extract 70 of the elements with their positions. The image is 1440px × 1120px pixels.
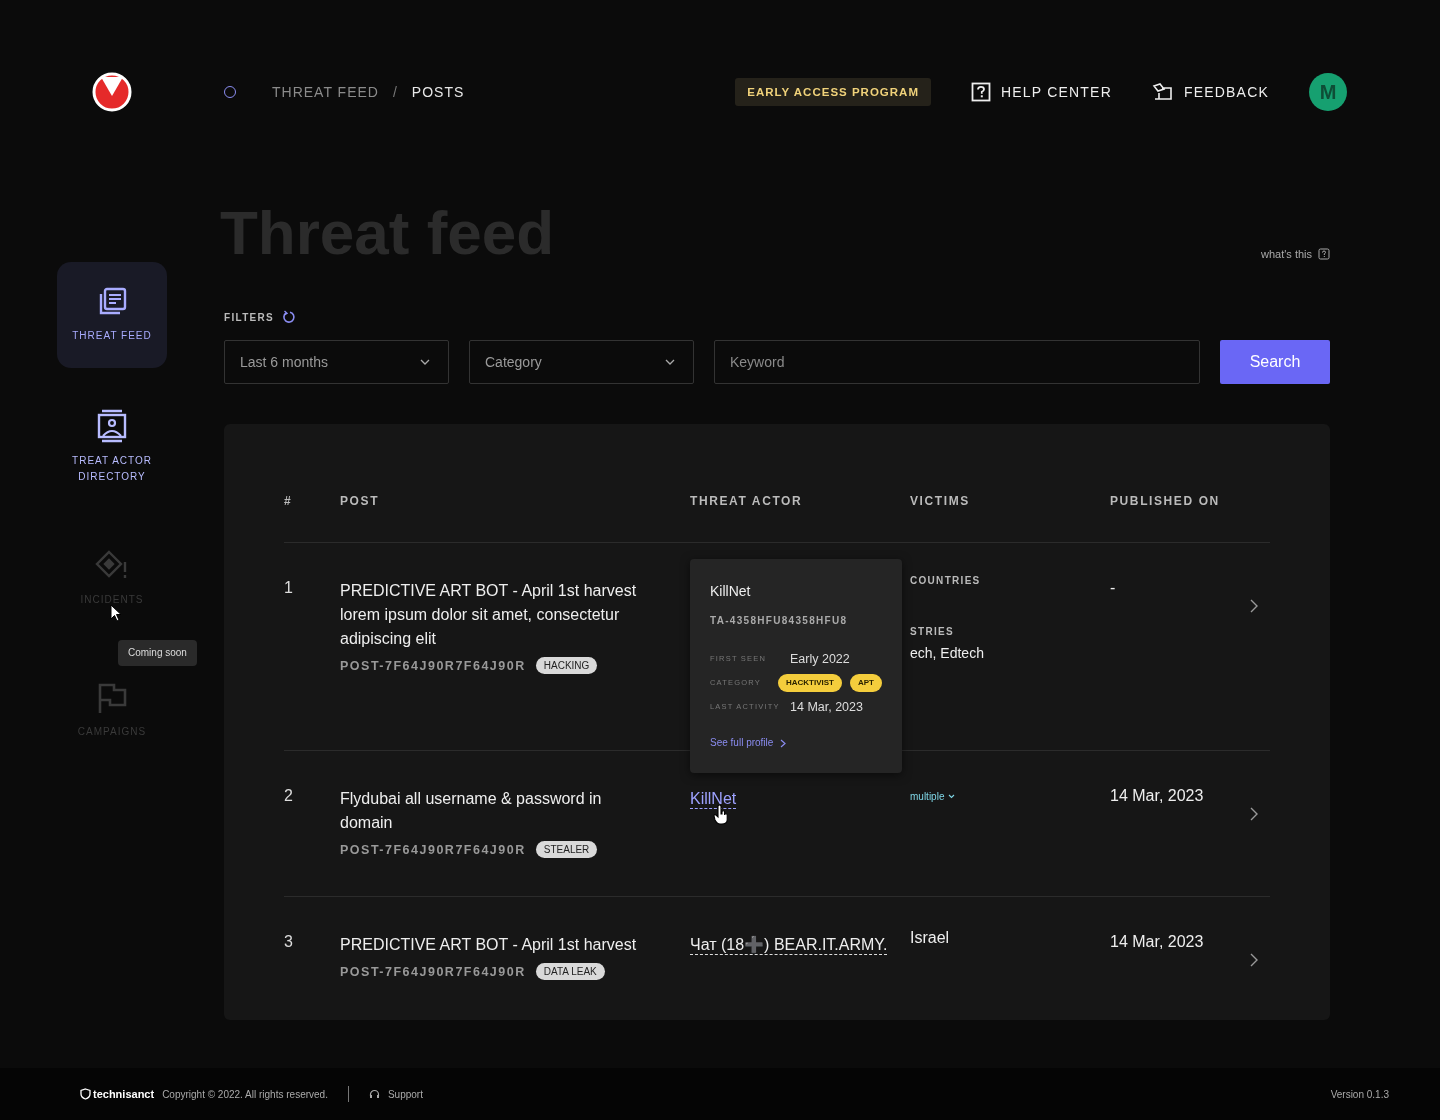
published-date: - xyxy=(1110,579,1117,597)
column-header: THREAT ACTOR xyxy=(690,494,804,508)
chevron-right-icon[interactable] xyxy=(1250,953,1258,967)
actor-name: KillNet xyxy=(710,582,752,601)
sidebar-item[interactable]: THREAT FEED xyxy=(57,262,167,368)
post-id: POST-7F64J90R7F64J90R xyxy=(340,658,526,673)
row-number: 1 xyxy=(284,579,294,597)
category-tag: HACKTIVIST xyxy=(778,674,842,692)
version-text: Version 0.1.3 xyxy=(1330,1088,1389,1100)
copyright-text: Copyright © 2022. All rights reserved. xyxy=(162,1088,328,1100)
category-tag: HACKING xyxy=(535,657,598,674)
post-id: POST-7F64J90R7F64J90R xyxy=(340,964,526,979)
column-header: # xyxy=(284,494,294,508)
post-title[interactable]: PREDICTIVE ART BOT - April 1st harvest lorem ipsum dolor sit amet, consectetur adipiscing elit xyxy=(340,579,650,651)
filters-label: FILTERS xyxy=(224,311,275,323)
breadcrumb-link[interactable]: POSTS xyxy=(411,84,465,100)
victim-group-label: COUNTRIES xyxy=(910,575,982,586)
chevron-down-icon xyxy=(948,794,956,799)
victims-dropdown[interactable]: multiple xyxy=(910,791,1110,802)
category-tag: STEALER xyxy=(535,841,598,858)
help-center-link[interactable]: HELP CENTER xyxy=(970,82,1112,102)
headset-icon xyxy=(368,1088,380,1100)
published-date: 14 Mar, 2023 xyxy=(1110,787,1205,805)
reset-icon[interactable] xyxy=(282,310,297,324)
profile-card-icon xyxy=(96,409,128,443)
row-number: 3 xyxy=(284,933,294,951)
logo-icon[interactable] xyxy=(92,72,132,112)
threat-actor-link[interactable]: Чат (18➕) BEAR.IT.ARMY. xyxy=(690,936,888,955)
actor-id: TA-4358HFU84358HFU8 xyxy=(710,614,849,628)
help-icon xyxy=(970,82,991,102)
column-header: VICTIMS xyxy=(910,494,971,508)
chevron-down-icon xyxy=(420,359,430,365)
support-link[interactable]: Support xyxy=(368,1088,423,1100)
tooltip: Coming soon xyxy=(118,640,197,666)
field-value: 14 Mar, 2023 xyxy=(790,699,863,716)
category-tag: APT xyxy=(850,674,882,692)
post-id: POST-7F64J90R7F64J90R xyxy=(340,842,526,857)
victim-group-label: STRIES xyxy=(910,626,955,637)
full-profile-link[interactable]: See full profile xyxy=(710,731,882,755)
chevron-right-icon[interactable] xyxy=(1250,599,1258,613)
flag-icon xyxy=(96,682,128,714)
breadcrumb-separator: / xyxy=(392,84,398,100)
sidebar-item[interactable]: TREAT ACTOR DIRECTORY xyxy=(57,394,167,500)
early-access-button[interactable]: EARLY ACCESS PROGRAM xyxy=(735,78,931,106)
column-header: POST xyxy=(340,494,381,508)
footer-brand: technisanct xyxy=(80,1088,155,1100)
category-dropdown[interactable]: Category xyxy=(469,340,694,384)
row-number: 2 xyxy=(284,787,294,805)
chevron-right-icon[interactable] xyxy=(1250,807,1258,821)
field-value: Early 2022 xyxy=(790,651,850,668)
help-icon xyxy=(1318,248,1330,260)
published-date: 14 Mar, 2023 xyxy=(1110,933,1205,951)
victim-group-value: ech, Edtech xyxy=(910,645,985,661)
feedback-link[interactable]: FEEDBACK xyxy=(1151,83,1269,101)
pointer-hand-icon xyxy=(713,805,729,825)
feedback-icon xyxy=(1151,83,1174,101)
category-tag: DATA LEAK xyxy=(535,963,605,980)
post-title[interactable]: Flydubai all username & password in domain xyxy=(340,787,650,835)
column-header: PUBLISHED ON xyxy=(1110,494,1221,508)
victims-text: Israel xyxy=(910,929,951,947)
chevron-right-icon xyxy=(780,738,787,748)
help-link[interactable]: what's this xyxy=(1261,248,1330,260)
keyword-field[interactable]: Keyword xyxy=(714,340,1200,384)
period-dropdown[interactable]: Last 6 months xyxy=(224,340,449,384)
search-button[interactable]: Search xyxy=(1220,340,1330,384)
chevron-down-icon xyxy=(665,359,675,365)
shield-icon xyxy=(80,1088,91,1100)
post-title[interactable]: PREDICTIVE ART BOT - April 1st harvest xyxy=(340,933,650,957)
breadcrumb-link[interactable]: THREAT FEED xyxy=(272,84,379,100)
cursor-arrow-icon xyxy=(110,604,122,622)
